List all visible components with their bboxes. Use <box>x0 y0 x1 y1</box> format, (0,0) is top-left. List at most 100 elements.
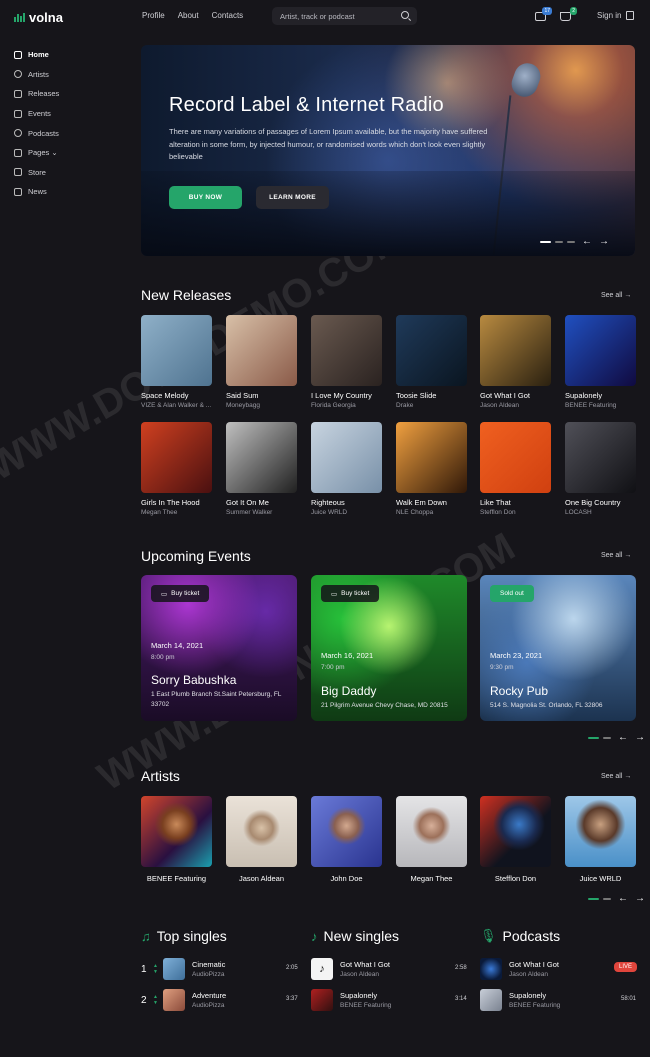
sidebar-item-news[interactable]: News <box>14 182 59 202</box>
release-card[interactable]: Like That Stefflon Don <box>480 422 551 516</box>
prev-arrow-icon[interactable]: ← <box>582 236 592 247</box>
buy-now-button[interactable]: BUY NOW <box>169 186 242 209</box>
releases-title: New Releases <box>141 287 232 303</box>
signin-button[interactable]: Sign in <box>597 11 635 20</box>
slide-dot[interactable] <box>540 240 551 243</box>
single-row[interactable]: Supalonely BENEE Featuring <box>311 988 391 1012</box>
release-artist: Summer Walker <box>226 509 273 516</box>
artist-card[interactable]: Jason Aldean <box>226 796 297 883</box>
next-arrow-icon[interactable]: → <box>635 893 645 904</box>
sidebar-item-label: Podcasts <box>28 128 59 138</box>
sidebar-item-home[interactable]: Home <box>14 45 59 65</box>
cart-button[interactable]: 2 <box>560 7 577 21</box>
nav-profile[interactable]: Profile <box>142 11 165 20</box>
release-cover <box>396 315 467 386</box>
release-cover <box>480 315 551 386</box>
release-card[interactable]: Righteous Juice WRLD <box>311 422 382 516</box>
slide-dot[interactable] <box>603 736 611 739</box>
sidebar-item-artists[interactable]: Artists <box>14 65 59 85</box>
artist-card[interactable]: Stefflon Don <box>480 796 551 883</box>
release-card[interactable]: Said Sum Moneybagg <box>226 315 297 409</box>
podcast-cover <box>480 958 502 980</box>
single-row[interactable]: 1 ▲ ▼ Cinematic AudioPizza <box>141 957 225 981</box>
live-badge: LIVE <box>614 962 638 972</box>
release-title: Got What I Got <box>480 391 531 400</box>
next-arrow-icon[interactable]: → <box>635 732 645 743</box>
track-artist: BENEE Featuring <box>340 1002 392 1009</box>
top-singles-title: ♫ Top singles <box>141 928 227 944</box>
podcast-cover <box>480 989 502 1011</box>
release-title: Walk Em Down <box>396 498 447 507</box>
artists-see-all[interactable]: See all → <box>601 773 631 780</box>
single-row[interactable]: 2 ▲ ▼ Adventure AudioPizza <box>141 988 226 1012</box>
event-card[interactable]: Sold out March 23, 2021 9:30 pm Rocky Pu… <box>480 575 636 721</box>
search-icon[interactable] <box>401 11 409 19</box>
prev-arrow-icon[interactable]: ← <box>618 893 628 904</box>
artist-name: Jason Aldean <box>238 874 285 883</box>
slide-dot[interactable] <box>567 240 575 243</box>
event-date: March 23, 2021 <box>490 651 543 660</box>
event-card[interactable]: ▭ Buy ticket March 16, 2021 7:00 pm Big D… <box>311 575 467 721</box>
event-date: March 14, 2021 <box>151 641 204 650</box>
track-title: Adventure <box>192 991 227 1000</box>
release-card[interactable]: I Love My Country Florida Georgia <box>311 315 382 409</box>
ticket-icon: ▭ <box>161 590 168 598</box>
slide-dot[interactable] <box>555 240 563 243</box>
mail-button[interactable]: 17 <box>535 7 552 21</box>
release-card[interactable]: Space Melody VIZE & Alan Walker & ... <box>141 315 212 409</box>
next-arrow-icon[interactable]: → <box>599 236 609 247</box>
sidebar-item-store[interactable]: Store <box>14 163 59 183</box>
artist-card[interactable]: BENEE Featuring <box>141 796 212 883</box>
calendar-icon <box>14 109 22 118</box>
signin-icon <box>626 11 635 20</box>
events-see-all[interactable]: See all → <box>601 552 631 559</box>
artist-card[interactable]: John Doe <box>311 796 382 883</box>
release-card[interactable]: Supalonely BENEE Featuring <box>565 315 636 409</box>
single-row[interactable]: ♪ Got What I Got Jason Aldean <box>311 957 390 981</box>
sidebar-item-pages[interactable]: Pages ⌄ <box>14 143 59 163</box>
slide-dot[interactable] <box>603 897 611 900</box>
nav-contacts[interactable]: Contacts <box>212 11 244 20</box>
release-card[interactable]: Toosie Slide Drake <box>396 315 467 409</box>
buy-ticket-button[interactable]: ▭ Buy ticket <box>321 585 380 602</box>
release-card[interactable]: Got What I Got Jason Aldean <box>480 315 551 409</box>
buy-ticket-button[interactable]: ▭ Buy ticket <box>151 585 210 602</box>
podcast-row[interactable]: Supalonely BENEE Featuring <box>480 988 560 1012</box>
release-card[interactable]: Girls In The Hood Megan Thee <box>141 422 212 516</box>
podcast-row[interactable]: Got What I Got Jason Aldean <box>480 957 559 981</box>
new-singles-title: ♪ New singles <box>311 928 399 944</box>
see-all-label: See all <box>601 773 623 780</box>
learn-more-button[interactable]: LEARN MORE <box>256 186 329 209</box>
release-cover <box>141 315 212 386</box>
home-icon <box>14 50 22 59</box>
top-nav: Profile About Contacts <box>142 11 243 20</box>
rank-number: 2 <box>141 994 147 1006</box>
release-card[interactable]: Walk Em Down NLE Choppa <box>396 422 467 516</box>
podcast-title: Got What I Got <box>509 960 560 969</box>
artist-card[interactable]: Juice WRLD <box>565 796 636 883</box>
sidebar-item-podcasts[interactable]: Podcasts <box>14 123 59 143</box>
slide-dot[interactable] <box>588 736 599 739</box>
track-duration: 3:37 <box>286 996 298 1002</box>
tag-label: Buy ticket <box>341 590 370 597</box>
releases-see-all[interactable]: See all → <box>601 292 631 299</box>
release-title: I Love My Country <box>311 391 372 400</box>
sidebar-item-label: Store <box>28 167 46 177</box>
nav-about[interactable]: About <box>178 11 199 20</box>
release-card[interactable]: Got It On Me Summer Walker <box>226 422 297 516</box>
release-card[interactable]: One Big Country LOCASH <box>565 422 636 516</box>
events-slider-controls: ← → <box>588 732 645 743</box>
event-card[interactable]: ▭ Buy ticket March 14, 2021 8:00 pm Sorry… <box>141 575 297 721</box>
search-input[interactable]: Artist, track or podcast <box>272 7 417 25</box>
slide-dot[interactable] <box>588 897 599 900</box>
sidebar-item-events[interactable]: Events <box>14 104 59 124</box>
release-cover <box>311 315 382 386</box>
event-address: 21 Pilgrim Avenue Chevy Chase, MD 20815 <box>321 702 448 709</box>
prev-arrow-icon[interactable]: ← <box>618 732 628 743</box>
news-icon <box>14 187 22 196</box>
sidebar-item-releases[interactable]: Releases <box>14 84 59 104</box>
logo[interactable]: volna <box>14 10 63 25</box>
artist-photo <box>565 796 636 867</box>
artist-card[interactable]: Megan Thee <box>396 796 467 883</box>
release-title: Supalonely <box>565 391 603 400</box>
